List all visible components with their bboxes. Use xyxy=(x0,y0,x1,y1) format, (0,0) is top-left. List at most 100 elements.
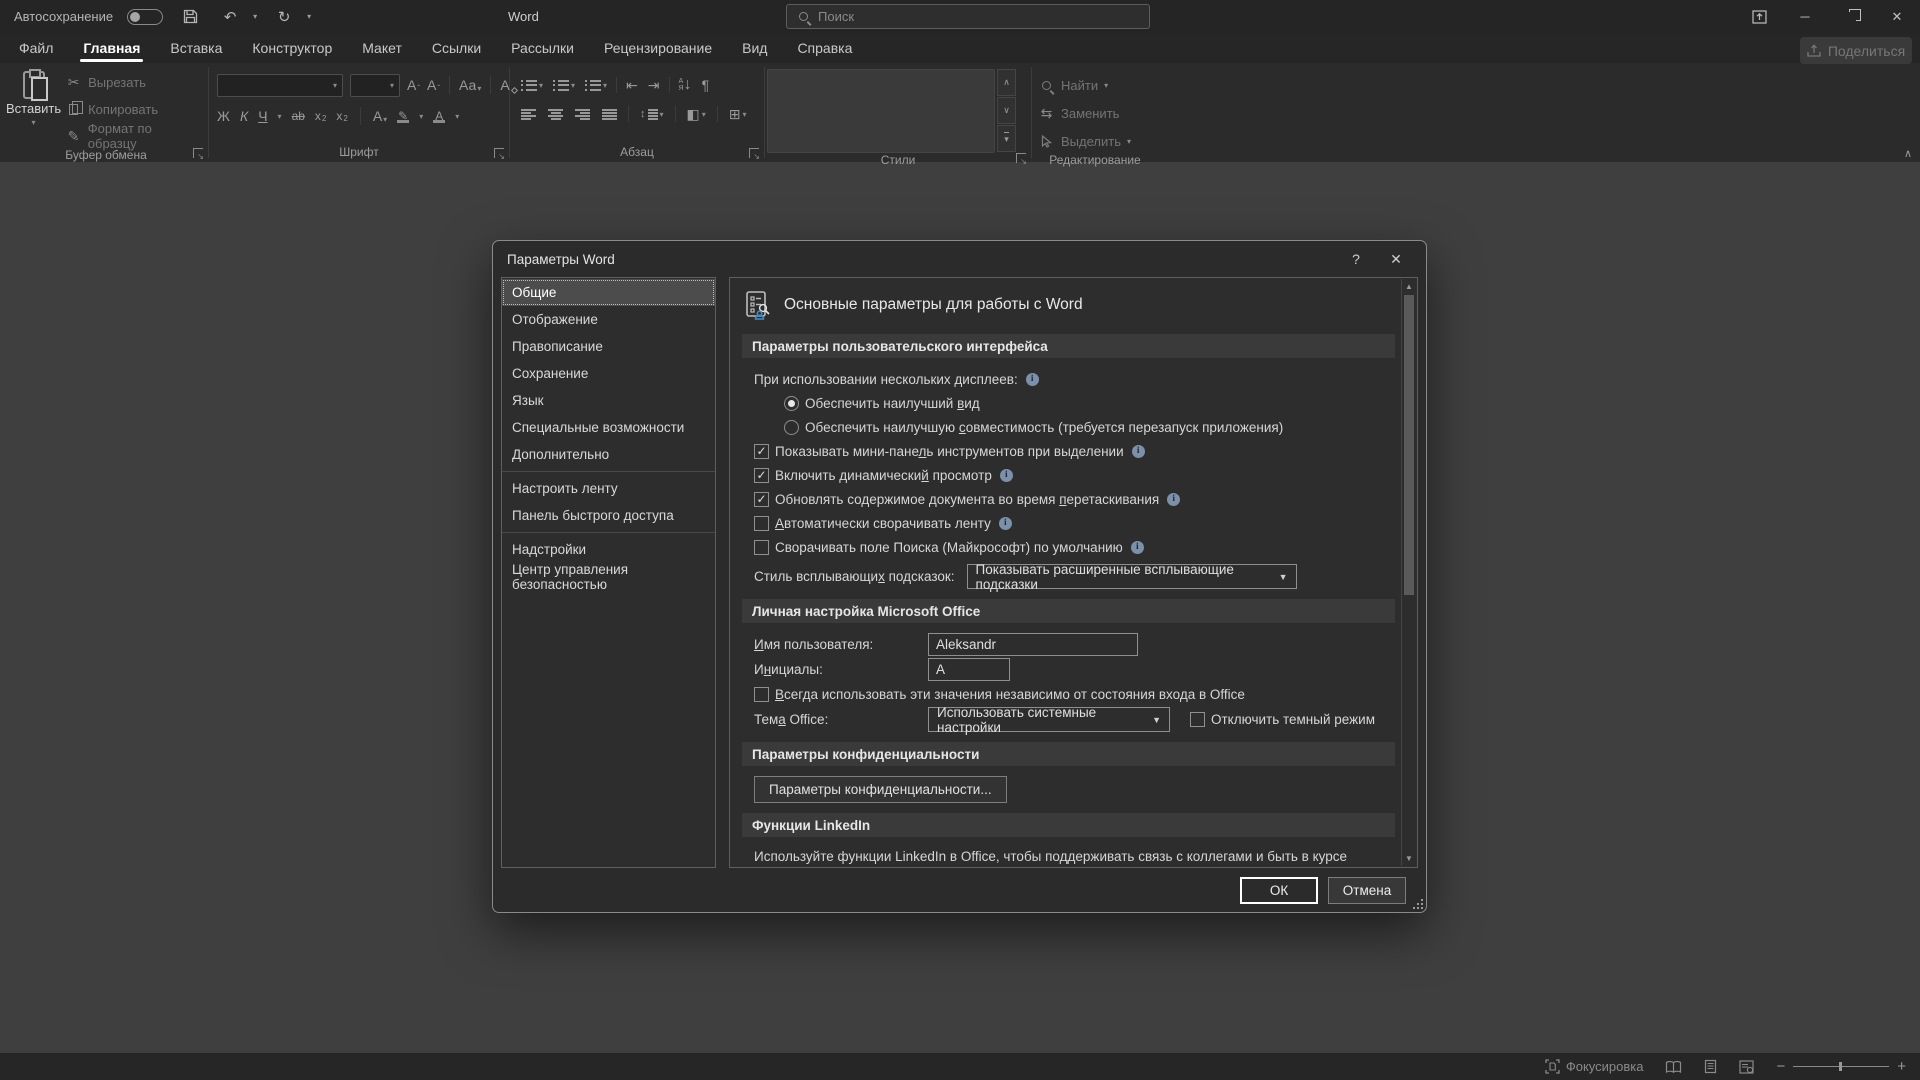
font-color-dropdown-icon[interactable]: ▾ xyxy=(455,112,459,121)
paste-button[interactable]: Вставить ▾ xyxy=(6,67,61,148)
ribbon-display-options-button[interactable] xyxy=(1736,0,1782,33)
bullets-button[interactable]: ▾ xyxy=(518,74,546,96)
scroll-down-icon[interactable]: ▼ xyxy=(1402,851,1416,866)
increase-indent-button[interactable]: ⇥ xyxy=(645,74,663,96)
font-dialog-launcher[interactable] xyxy=(494,148,505,161)
scrollbar-thumb[interactable] xyxy=(1404,295,1414,595)
checkbox-mini-toolbar[interactable]: ✓ xyxy=(754,443,769,459)
tab-review[interactable]: Рецензирование xyxy=(589,33,727,63)
tab-view[interactable]: Вид xyxy=(727,33,782,63)
dialog-title-bar[interactable]: Параметры Word ? ✕ xyxy=(493,241,1426,277)
content-scrollbar[interactable]: ▲ ▼ xyxy=(1401,279,1416,866)
styles-scroll-down-button[interactable]: ∨ xyxy=(997,97,1016,124)
styles-more-button[interactable]: ▾ xyxy=(997,125,1016,152)
info-icon[interactable]: i xyxy=(1131,444,1145,458)
tab-home[interactable]: Главная xyxy=(68,33,155,63)
font-color-button[interactable]: А xyxy=(433,110,446,123)
scroll-up-icon[interactable]: ▲ xyxy=(1402,279,1416,294)
show-marks-button[interactable]: ¶ xyxy=(699,74,713,96)
checkbox-disable-dark-mode[interactable]: ✓ xyxy=(1190,712,1205,727)
highlight-dropdown-icon[interactable]: ▾ xyxy=(419,112,423,121)
info-icon[interactable]: i xyxy=(999,468,1013,482)
nav-item-trust-center[interactable]: Центр управления безопасностью xyxy=(502,562,715,592)
line-spacing-button[interactable]: ↕ ▾ xyxy=(637,103,667,125)
format-painter-button[interactable]: ✎ Формат по образцу xyxy=(61,121,206,151)
nav-item-language[interactable]: Язык xyxy=(502,387,715,414)
paragraph-dialog-launcher[interactable] xyxy=(749,148,760,161)
search-input[interactable]: Поиск xyxy=(786,4,1150,29)
focus-mode-button[interactable]: Фокусировка xyxy=(1545,1059,1643,1074)
font-name-combobox[interactable]: ▾ xyxy=(217,73,343,97)
shrink-font-button[interactable]: Аˇ xyxy=(427,77,440,93)
tab-file[interactable]: Файл xyxy=(4,33,68,63)
replace-button[interactable]: ⇆ Заменить xyxy=(1034,101,1135,125)
decrease-indent-button[interactable]: ⇤ xyxy=(623,74,641,96)
tab-help[interactable]: Справка xyxy=(782,33,867,63)
quick-access-customize-icon[interactable]: ▾ xyxy=(307,12,311,21)
highlight-color-button[interactable]: ✎ xyxy=(397,110,410,123)
text-effects-button[interactable]: А ▾ xyxy=(373,108,387,124)
tab-insert[interactable]: Вставка xyxy=(155,33,237,63)
ok-button[interactable]: ОК xyxy=(1240,876,1318,904)
styles-scroll-up-button[interactable]: ∧ xyxy=(997,69,1016,96)
restore-button[interactable] xyxy=(1828,0,1874,33)
office-theme-dropdown[interactable]: Использовать системные настройки ▼ xyxy=(928,705,1170,735)
nav-item-customize-ribbon[interactable]: Настроить ленту xyxy=(502,475,715,502)
cut-button[interactable]: ✂ Вырезать xyxy=(61,70,206,94)
nav-item-save[interactable]: Сохранение xyxy=(502,360,715,387)
info-icon[interactable]: i xyxy=(998,516,1012,530)
redo-button[interactable]: ↻ xyxy=(271,5,297,29)
minimize-button[interactable]: ─ xyxy=(1782,0,1828,33)
borders-button[interactable]: ⊞ ▾ xyxy=(726,103,750,125)
styles-dialog-launcher[interactable] xyxy=(1016,153,1027,166)
font-size-combobox[interactable]: ▾ xyxy=(350,73,400,97)
share-button[interactable]: Поделиться xyxy=(1800,37,1912,64)
zoom-out-button[interactable]: − xyxy=(1776,1058,1785,1075)
tab-design[interactable]: Конструктор xyxy=(237,33,347,63)
justify-button[interactable] xyxy=(599,103,620,125)
strikethrough-button[interactable]: ab xyxy=(292,109,305,123)
underline-button[interactable]: Ч xyxy=(258,108,267,124)
select-button[interactable]: Выделить ▾ xyxy=(1034,129,1135,153)
checkbox-live-preview[interactable]: ✓ xyxy=(754,467,769,483)
zoom-in-button[interactable]: + xyxy=(1897,1058,1906,1075)
align-right-button[interactable] xyxy=(572,103,593,125)
save-icon[interactable] xyxy=(177,5,203,29)
autosave-toggle[interactable] xyxy=(127,8,164,25)
shading-button[interactable]: ◧ ▾ xyxy=(684,103,709,125)
dialog-close-button[interactable]: ✕ xyxy=(1376,244,1416,274)
clipboard-dialog-launcher[interactable] xyxy=(193,148,204,161)
zoom-slider-knob[interactable] xyxy=(1839,1062,1843,1071)
checkbox-collapse-ribbon[interactable]: ✓ xyxy=(754,515,769,531)
tab-layout[interactable]: Макет xyxy=(347,33,417,63)
styles-gallery[interactable] xyxy=(767,69,995,153)
nav-item-accessibility[interactable]: Специальные возможности xyxy=(502,414,715,441)
web-layout-button[interactable] xyxy=(1739,1059,1755,1074)
undo-dropdown-icon[interactable]: ▾ xyxy=(253,12,257,21)
nav-item-general[interactable]: Общие xyxy=(502,279,715,306)
privacy-settings-button[interactable]: Параметры конфиденциальности... xyxy=(754,776,1007,803)
nav-item-display[interactable]: Отображение xyxy=(502,306,715,333)
tab-mailings[interactable]: Рассылки xyxy=(496,33,589,63)
tab-references[interactable]: Ссылки xyxy=(417,33,496,63)
resize-grip[interactable] xyxy=(1414,900,1423,909)
cancel-button[interactable]: Отмена xyxy=(1328,876,1406,904)
checkbox-collapse-search[interactable]: ✓ xyxy=(754,539,769,555)
nav-item-quick-access[interactable]: Панель быстрого доступа xyxy=(502,502,715,529)
collapse-ribbon-icon[interactable]: ∧ xyxy=(1904,147,1912,160)
copy-button[interactable]: Копировать xyxy=(61,97,206,121)
subscript-button[interactable]: x2 xyxy=(315,109,326,123)
sort-button[interactable]: А Я ↓ xyxy=(676,74,695,96)
italic-button[interactable]: К xyxy=(240,108,248,124)
radio-best-appearance[interactable] xyxy=(784,395,799,411)
info-icon[interactable]: i xyxy=(1167,492,1181,506)
checkbox-always-use-values[interactable]: ✓ xyxy=(754,686,769,702)
align-center-button[interactable] xyxy=(545,103,566,125)
dialog-help-button[interactable]: ? xyxy=(1336,244,1376,274)
close-button[interactable]: ✕ xyxy=(1874,0,1920,33)
align-left-button[interactable] xyxy=(518,103,539,125)
radio-best-compatibility[interactable] xyxy=(784,419,799,435)
bold-button[interactable]: Ж xyxy=(217,108,230,124)
nav-item-advanced[interactable]: Дополнительно xyxy=(502,441,715,468)
nav-item-addins[interactable]: Надстройки xyxy=(502,536,715,563)
